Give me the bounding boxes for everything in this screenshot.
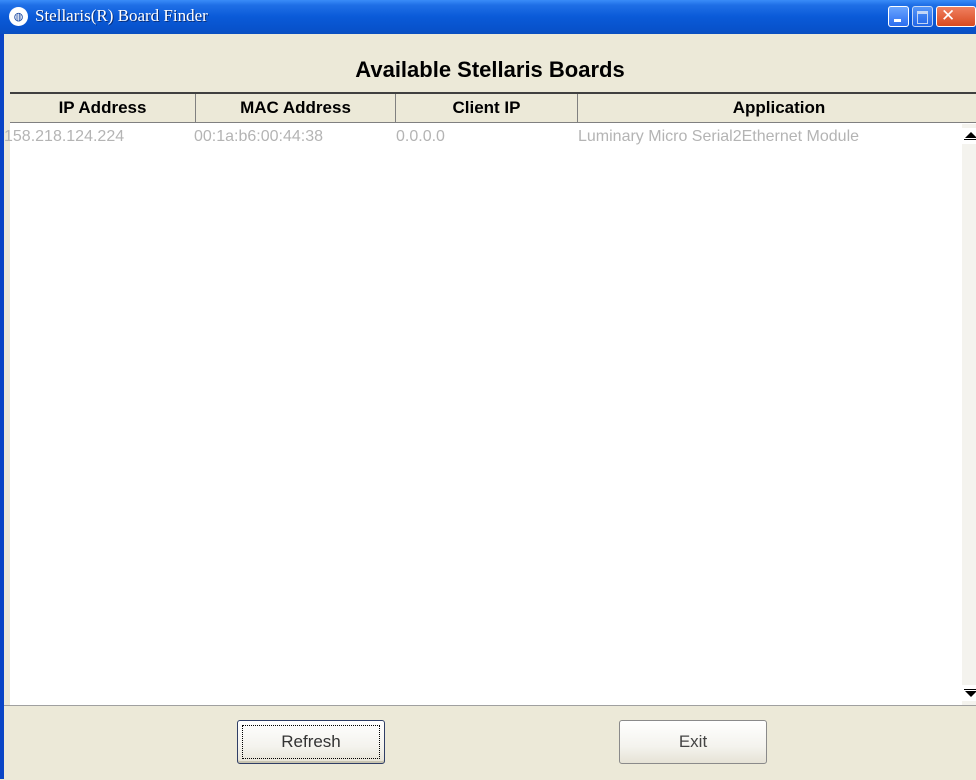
column-header-mac-address[interactable]: MAC Address [196,94,396,122]
vertical-scrollbar[interactable] [962,124,976,705]
page-title: Available Stellaris Boards [355,57,625,82]
refresh-button[interactable]: Refresh [237,720,385,764]
list-row[interactable]: 158.218.124.224 00:1a:b6:00:44:38 0.0.0.… [4,124,954,150]
close-button[interactable]: ✕ [936,6,976,27]
cell-mac-address: 00:1a:b6:00:44:38 [194,128,324,145]
cell-application: Luminary Micro Serial2Ethernet Module [578,128,860,145]
column-header-application[interactable]: Application [578,94,976,122]
list-header: IP Address MAC Address Client IP Applica… [10,94,976,123]
app-logo-icon[interactable]: ◍ [9,7,28,26]
scroll-up-arrow-icon[interactable] [962,128,976,144]
window-title: Stellaris(R) Board Finder [35,6,208,25]
scroll-down-arrow-icon[interactable] [962,685,976,701]
column-header-ip-address[interactable]: IP Address [10,94,196,122]
title-bar[interactable]: ◍ Stellaris(R) Board Finder ✕ [0,0,976,34]
boards-list[interactable]: IP Address MAC Address Client IP Applica… [4,92,976,705]
maximize-button[interactable] [912,6,933,27]
board-finder-window: ◍ Stellaris(R) Board Finder ✕ Available … [0,0,976,780]
button-bar: Refresh Exit [4,705,976,780]
cell-client-ip: 0.0.0.0 [396,128,445,145]
minimize-button[interactable] [888,6,909,27]
exit-button[interactable]: Exit [619,720,767,764]
cell-ip-address: 158.218.124.224 [4,128,125,145]
column-header-client-ip[interactable]: Client IP [396,94,578,122]
